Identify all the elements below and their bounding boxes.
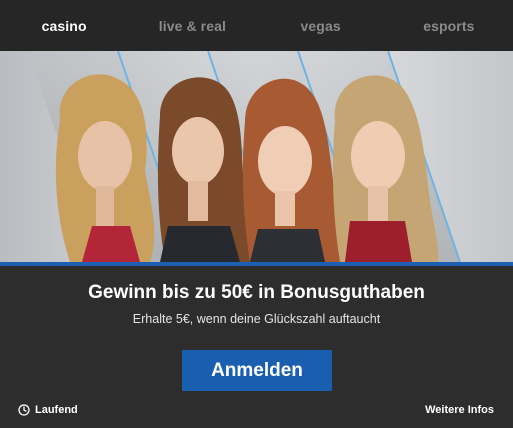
top-nav: casino live & real vegas esports — [0, 0, 513, 51]
status-label: Laufend — [35, 404, 78, 416]
tab-vegas[interactable]: vegas — [257, 18, 385, 34]
banner-accent-bar — [0, 262, 513, 266]
promo-headline: Gewinn bis zu 50€ in Bonusguthaben — [88, 282, 425, 303]
tab-casino[interactable]: casino — [0, 18, 128, 34]
register-button[interactable]: Anmelden — [182, 350, 332, 391]
more-info-link[interactable]: Weitere Infos — [425, 402, 494, 418]
dealers-illustration — [0, 51, 513, 262]
tab-esports[interactable]: esports — [385, 18, 513, 34]
promo-banner-image — [0, 51, 513, 262]
promo-subline: Erhalte 5€, wenn deine Glückszahl auftau… — [132, 312, 381, 326]
promo-card: casino live & real vegas esports Gewinn … — [0, 0, 513, 428]
tab-live-real[interactable]: live & real — [128, 18, 256, 34]
status-indicator: Laufend — [18, 402, 78, 418]
dealer-1-figure — [55, 74, 155, 262]
clock-icon — [18, 404, 30, 416]
